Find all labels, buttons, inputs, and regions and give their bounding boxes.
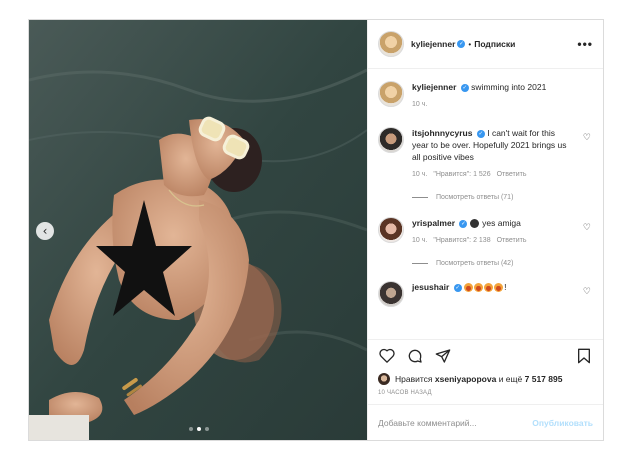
avatar[interactable] xyxy=(378,217,404,243)
view-replies-label: Посмотреть ответы (71) xyxy=(436,194,514,201)
carousel-dot xyxy=(205,427,209,431)
add-comment-bar: Опубликовать xyxy=(368,404,603,440)
verified-badge-icon: ✓ xyxy=(459,219,468,228)
caption-meta: 10 ч. xyxy=(412,99,572,111)
comment-time[interactable]: 10 ч. xyxy=(412,235,427,247)
likes-middle: и ещё xyxy=(498,374,523,384)
post-photo[interactable]: ‹ xyxy=(29,20,367,440)
comment-body: jesushair ✓ ! xyxy=(412,281,572,293)
bookmark-icon[interactable] xyxy=(575,347,593,365)
angry-face-emoji-icon xyxy=(474,283,484,293)
reply-button[interactable]: Ответить xyxy=(497,235,527,247)
avatar[interactable] xyxy=(378,81,404,107)
comment-item: jesushair ✓ ! ♡ xyxy=(378,281,593,307)
caption-body: kyliejenner ✓ swimming into 2021 10 ч. xyxy=(412,81,572,111)
verified-badge-icon: ✓ xyxy=(457,40,466,48)
comment-heart-icon[interactable]: ♡ xyxy=(583,223,591,233)
avatar[interactable] xyxy=(378,127,404,153)
share-icon[interactable] xyxy=(434,347,452,365)
view-replies-label: Посмотреть ответы (42) xyxy=(436,260,514,267)
caption-text: swimming into 2021 xyxy=(471,82,547,92)
replies-divider xyxy=(412,263,428,264)
carousel-dot xyxy=(189,427,193,431)
more-options-icon[interactable]: ••• xyxy=(577,37,593,51)
post-modal: ‹ kyliejenner ✓ • Подписки ••• kyliejenn… xyxy=(28,19,604,441)
replies-divider xyxy=(412,197,428,198)
likes-summary: Нравится xseniyapopova и ещё 7 517 895 xyxy=(368,371,603,387)
following-button[interactable]: Подписки xyxy=(474,39,515,49)
likes-count[interactable]: 7 517 895 xyxy=(525,374,563,384)
header-username[interactable]: kyliejenner xyxy=(411,39,455,49)
likes-prefix: Нравится xyxy=(395,374,433,384)
comment-meta: 10 ч. "Нравится": 1 526 Ответить xyxy=(412,169,572,181)
comment-heart-icon[interactable]: ♡ xyxy=(583,133,591,143)
view-replies-button[interactable]: Посмотреть ответы (71) xyxy=(412,194,593,201)
angry-face-emoji-icon xyxy=(464,283,474,293)
caption-time[interactable]: 10 ч. xyxy=(412,99,427,111)
comment-likes[interactable]: "Нравится": 1 526 xyxy=(433,169,490,181)
post-side-panel: kyliejenner ✓ • Подписки ••• kyliejenner… xyxy=(367,20,603,440)
comment-likes[interactable]: "Нравится": 2 138 xyxy=(433,235,490,247)
caption: kyliejenner ✓ swimming into 2021 10 ч. xyxy=(378,81,593,111)
comment-item: yrispalmer ✓ yes amiga 10 ч. "Нравится":… xyxy=(378,217,593,247)
post-actions xyxy=(368,339,603,371)
carousel-dot-active xyxy=(197,427,201,431)
comment-username[interactable]: jesushair xyxy=(412,282,449,292)
comments-list[interactable]: kyliejenner ✓ swimming into 2021 10 ч. i… xyxy=(368,69,603,339)
likes-user[interactable]: xseniyapopova xyxy=(435,374,496,384)
comment-item: itsjohnnycyrus ✓ I can't wait for this y… xyxy=(378,127,593,181)
avatar[interactable] xyxy=(378,281,404,307)
angry-face-emoji-icon xyxy=(484,283,494,293)
angry-face-emoji-icon xyxy=(494,283,504,293)
comment-text: yes amiga xyxy=(482,218,521,228)
comment-text: ! xyxy=(504,282,507,292)
comment-username[interactable]: yrispalmer xyxy=(412,218,455,228)
post-time-ago[interactable]: 10 ЧАСОВ НАЗАД xyxy=(368,387,603,404)
carousel-dots xyxy=(189,427,209,431)
comment-heart-icon[interactable]: ♡ xyxy=(583,287,591,297)
post-header: kyliejenner ✓ • Подписки ••• xyxy=(368,20,603,69)
comment-icon[interactable] xyxy=(406,347,424,365)
reply-button[interactable]: Ответить xyxy=(497,169,527,181)
avatar[interactable] xyxy=(378,31,404,57)
comment-input[interactable] xyxy=(378,417,533,428)
verified-badge-icon: ✓ xyxy=(476,129,485,138)
avatar[interactable] xyxy=(378,373,390,385)
photo-illustration xyxy=(29,20,367,440)
publish-button[interactable]: Опубликовать xyxy=(532,418,593,428)
view-replies-button[interactable]: Посмотреть ответы (42) xyxy=(412,260,593,267)
verified-badge-icon: ✓ xyxy=(453,283,462,292)
bomb-emoji-icon xyxy=(469,219,479,229)
comment-time[interactable]: 10 ч. xyxy=(412,169,427,181)
comment-meta: 10 ч. "Нравится": 2 138 Ответить xyxy=(412,235,572,247)
heart-icon[interactable] xyxy=(378,347,396,365)
header-separator: • xyxy=(468,39,472,49)
caption-username[interactable]: kyliejenner xyxy=(412,82,456,92)
comment-body: yrispalmer ✓ yes amiga 10 ч. "Нравится":… xyxy=(412,217,572,247)
chevron-left-icon[interactable]: ‹ xyxy=(36,222,54,240)
comment-username[interactable]: itsjohnnycyrus xyxy=(412,128,472,138)
comment-body: itsjohnnycyrus ✓ I can't wait for this y… xyxy=(412,127,572,181)
verified-badge-icon: ✓ xyxy=(460,83,469,92)
